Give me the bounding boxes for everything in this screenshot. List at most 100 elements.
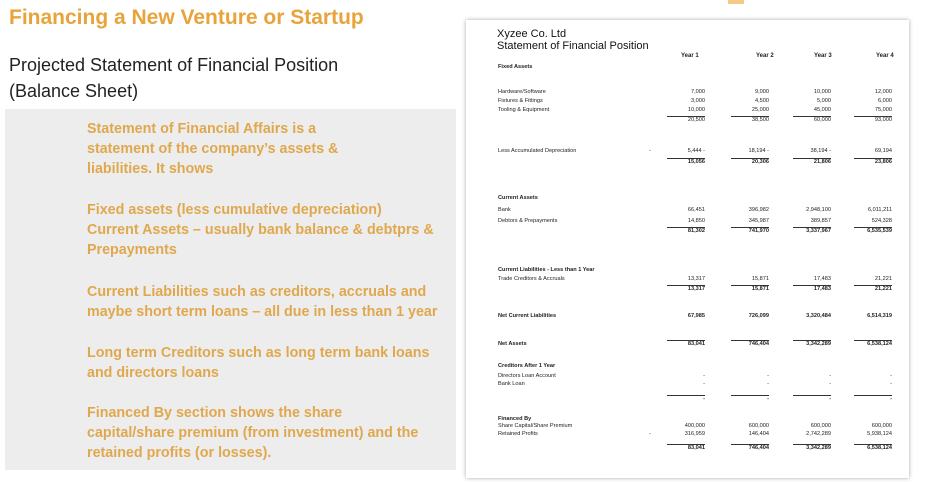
total-rule <box>793 116 831 117</box>
row-value: 20,500 <box>687 117 705 123</box>
total-rule <box>731 444 769 445</box>
total-rule <box>667 340 705 341</box>
row-label: Tooling & Equipment <box>498 107 550 113</box>
row-value: 13,317 <box>687 286 705 292</box>
row-value: - <box>829 381 831 387</box>
sheet-row: Current Liabilities - Less than 1 Year <box>466 266 909 274</box>
bullet-line: capital/share premium (from investment) … <box>87 425 419 441</box>
row-label: Trade Creditors & Accruals <box>498 276 565 282</box>
subtitle-line: (Balance Sheet) <box>9 81 139 101</box>
row-value: 2,742,289 <box>806 431 831 437</box>
bullet-line: Long term Creditors such as long term ba… <box>87 345 430 361</box>
row-label: Directors Loan Account <box>498 373 556 379</box>
bullet-line: Prepayments <box>87 242 177 258</box>
row-value: 3,337,967 <box>806 228 831 234</box>
row-value: 21,221 <box>874 286 892 292</box>
row-value: 83,041 <box>687 341 705 347</box>
row-value: 20,306 <box>751 159 769 165</box>
row-value: 23,806 <box>874 159 892 165</box>
row-value: 7,000 <box>691 89 705 95</box>
row-value: 15,871 <box>751 286 769 292</box>
row-value: - <box>703 396 705 402</box>
sheet-row: Debtors & Prepayments 14,850 345,987 389,85… <box>466 217 909 225</box>
header-accent-bar <box>728 0 744 4</box>
row-value: 17,483 <box>813 286 831 292</box>
row-value: 12,000 <box>874 89 892 95</box>
row-value: 746,404 <box>748 341 769 347</box>
row-value: 5,938,124 <box>867 431 892 437</box>
row-value: 67,985 <box>687 313 705 319</box>
year-header: Year 4 <box>876 53 894 59</box>
row-value: 38,500 <box>751 117 769 123</box>
row-value: 3,320,484 <box>806 313 831 319</box>
total-rule <box>854 444 892 445</box>
sheet-row: ---- <box>466 395 909 403</box>
sheet-row: Less Accumulated Depreciation - 5,444 - 18,… <box>466 147 909 155</box>
bullet-liabilities: Current Liabilities such as creditors, a… <box>87 282 447 322</box>
bullet-line: Current Assets – usually bank balance & … <box>87 222 434 238</box>
row-value: - <box>829 373 831 379</box>
bullet-line: and directors loans <box>87 365 219 381</box>
total-rule <box>793 340 831 341</box>
row-value: 400,000 <box>684 423 705 429</box>
row-label: Less Accumulated Depreciation <box>498 148 577 154</box>
total-rule <box>667 116 705 117</box>
total-rule <box>854 395 892 396</box>
total-rule <box>731 158 769 159</box>
row-label: Hardware/Software <box>498 89 546 95</box>
row-label: Fixtures & Fittings <box>498 98 543 104</box>
bullet-assets: Fixed assets (less cumulative depreciati… <box>87 200 447 260</box>
row-value: - <box>890 396 892 402</box>
row-value: 15,871 <box>751 276 769 282</box>
sheet-row: 81,302 741,970 3,337,967 6,535,539 <box>466 227 909 235</box>
row-value: 69,194 <box>874 148 892 154</box>
row-value: 81,302 <box>687 228 705 234</box>
row-value: 93,000 <box>874 117 892 123</box>
statement-name: Statement of Financial Position <box>497 40 649 52</box>
sheet-row: Trade Creditors & Accruals 13,317 15,871 17… <box>466 275 909 283</box>
row-value: 6,011,211 <box>867 207 892 213</box>
row-value: 5,444 - <box>687 148 705 154</box>
sheet-row: Current Assets <box>466 194 909 202</box>
year-header: Year 1 <box>681 53 699 59</box>
sheet-row: Fixtures & Fittings 3,000 4,500 5,000 6,000 <box>466 97 909 105</box>
row-label: Bank <box>498 207 511 213</box>
bullet-line: liabilities. It shows <box>87 161 214 177</box>
year-header: Year 2 <box>756 53 774 59</box>
row-value: 726,099 <box>748 313 769 319</box>
total-rule <box>854 227 892 228</box>
row-label: Retained Profits <box>498 431 538 437</box>
total-rule <box>793 227 831 228</box>
row-value: 396,982 <box>748 207 769 213</box>
row-value: 15,056 <box>687 159 705 165</box>
year-header: Year 3 <box>814 53 832 59</box>
total-rule <box>793 285 831 286</box>
row-value: 741,970 <box>748 228 769 234</box>
total-rule <box>731 395 769 396</box>
row-value: 60,000 <box>813 117 831 123</box>
row-label: Debtors & Prepayments <box>498 218 558 224</box>
row-label: Bank Loan <box>498 381 525 387</box>
row-value: 66,451 <box>687 207 705 213</box>
bullet-line: Fixed assets (less cumulative depreciati… <box>87 202 382 218</box>
sheet-row: Creditors After 1 Year <box>466 362 909 370</box>
sheet-row: Share Capital/Share Premium 400,000 600,00… <box>466 422 909 430</box>
row-value: 3,342,289 <box>806 445 831 451</box>
row-value: 83,041 <box>687 445 705 451</box>
sheet-row: 13,317 15,871 17,483 21,221 <box>466 285 909 293</box>
row-value: 75,000 <box>874 107 892 113</box>
row-value: 6,538,124 <box>867 445 892 451</box>
row-value: 389,857 <box>810 218 831 224</box>
row-label: Current Assets <box>498 195 538 201</box>
total-rule <box>667 285 705 286</box>
row-value: 6,538,124 <box>867 341 892 347</box>
row-value: 4,500 <box>755 98 769 104</box>
slide-title: Financing a New Venture or Startup <box>9 6 364 29</box>
total-rule <box>731 116 769 117</box>
row-value: - <box>703 381 705 387</box>
row-label: Share Capital/Share Premium <box>498 423 573 429</box>
row-label: Fixed Assets <box>498 64 533 70</box>
total-rule <box>793 444 831 445</box>
row-value: 45,000 <box>813 107 831 113</box>
sheet-row: Hardware/Software 7,000 9,000 10,000 12,000 <box>466 88 909 96</box>
